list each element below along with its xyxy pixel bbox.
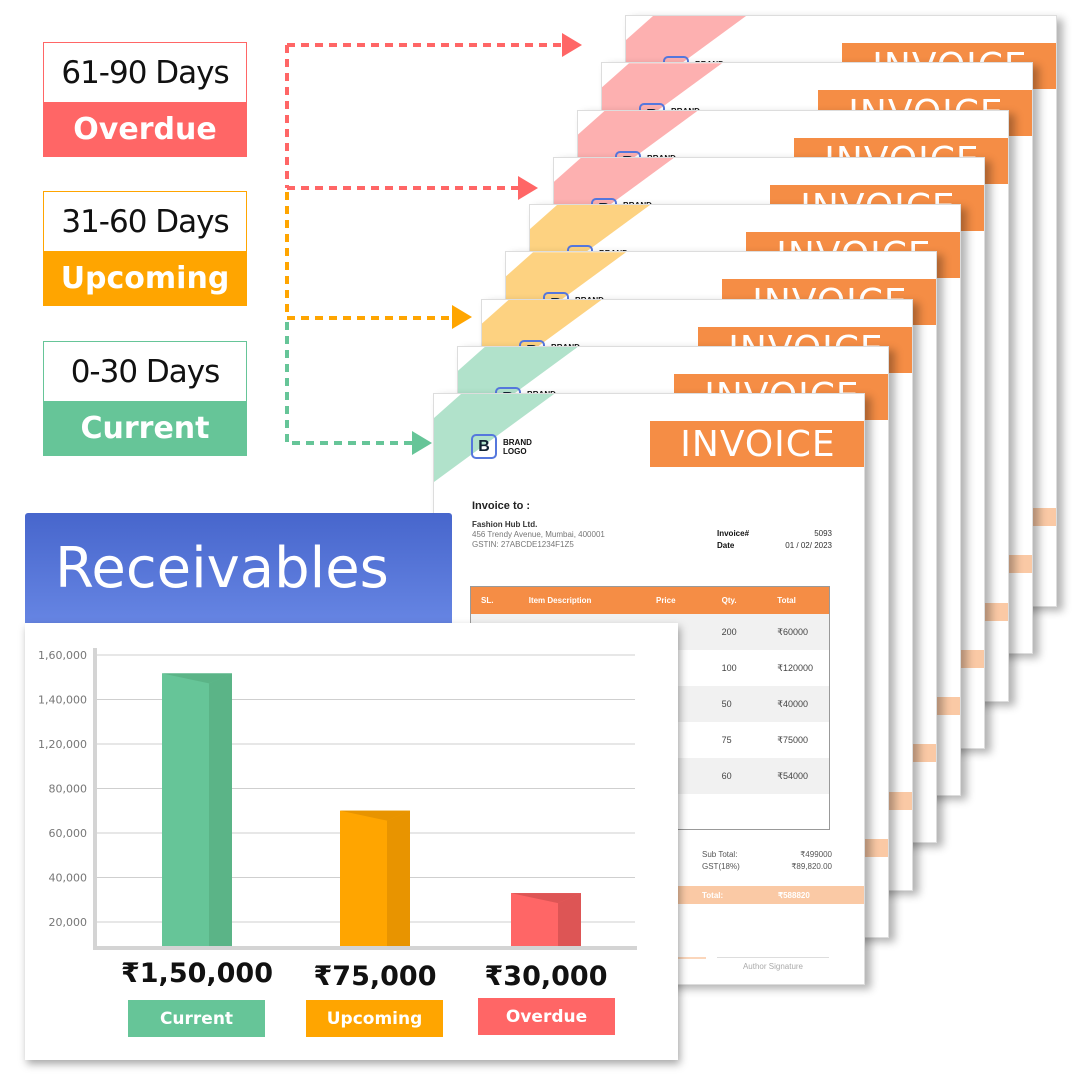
invoice-no-label: Invoice# <box>717 529 750 538</box>
value-label-upcoming: ₹75,000 <box>313 961 437 992</box>
invoice-to-label: Invoice to : <box>472 500 531 512</box>
logo-text: LOGO <box>503 446 527 456</box>
y-tick-label: 40,000 <box>49 872 88 885</box>
qty: 100 <box>721 663 737 673</box>
arrow-head <box>562 33 582 57</box>
y-tick-label: 20,000 <box>49 916 88 929</box>
subtotal: ₹499000 <box>800 850 832 859</box>
invoice-date: 01 / 02/ 2023 <box>785 541 832 550</box>
author-signature: Author Signature <box>742 962 804 971</box>
legend-overdue: Overdue <box>478 998 615 1035</box>
col-header: Item Description <box>528 596 592 605</box>
arrow-head <box>412 431 432 455</box>
value-label-current: ₹1,50,000 <box>120 958 274 989</box>
arrow-head <box>518 176 538 200</box>
invoice-no: 5093 <box>814 529 832 538</box>
total: ₹120000 <box>777 662 814 673</box>
col-header: Total <box>777 596 796 605</box>
invoice-title: INVOICE <box>650 421 864 467</box>
y-tick-label: 1,40,000 <box>38 694 87 707</box>
bar-side-current <box>209 673 232 946</box>
arrow-line <box>285 322 413 445</box>
qty: 50 <box>721 699 732 709</box>
value-label-overdue: ₹30,000 <box>484 961 608 992</box>
gst-label: GST(18%) <box>702 862 740 871</box>
col-header: SL. <box>481 596 494 605</box>
qty: 75 <box>721 735 732 745</box>
arrow-line <box>285 192 455 320</box>
receivables-banner: Receivables <box>25 513 452 623</box>
qty: 60 <box>721 771 732 781</box>
logo-icon: B <box>471 434 497 459</box>
total: ₹40000 <box>777 698 809 709</box>
total: ₹60000 <box>777 626 809 637</box>
y-tick-label: 60,000 <box>49 827 88 840</box>
legend-upcoming: Upcoming <box>306 1000 443 1037</box>
total: ₹75000 <box>777 734 809 745</box>
y-tick-label: 1,20,000 <box>38 738 87 751</box>
grand-total: ₹588820 <box>778 890 810 900</box>
y-tick-label: 1,60,000 <box>38 649 87 662</box>
customer-address: 456 Trendy Avenue, Mumbai, 400001 <box>472 530 605 539</box>
col-header: Price <box>655 596 676 605</box>
invoice-meta: Invoice# 5093 Date 01 / 02/ 2023 <box>717 528 832 552</box>
gst: ₹89,820.00 <box>791 862 832 871</box>
arrow-head <box>452 305 472 329</box>
bar-chart: 1,60,000 1,40,000 1,20,000 80,000 60,000 40,0… <box>38 648 637 950</box>
col-header: Qty. <box>721 596 737 605</box>
total-label: Total: <box>702 890 724 900</box>
totals: Sub Total: ₹499000 GST(18%) ₹89,820.00 <box>702 849 832 873</box>
table-header: SL. Item Description Price Qty. Total <box>471 587 829 614</box>
brand-logo: B BRANDLOGO <box>471 434 532 459</box>
qty: 200 <box>721 627 737 637</box>
logo-text: BRAND <box>503 437 532 447</box>
customer-gstin: GSTIN: 27ABCDE1234F1Z5 <box>472 540 574 549</box>
legend-current: Current <box>128 1000 265 1037</box>
total: ₹54000 <box>777 770 809 781</box>
y-tick-label: 80,000 <box>49 783 88 796</box>
date-label: Date <box>717 541 735 550</box>
customer-info: Fashion Hub Ltd. 456 Trendy Avenue, Mumb… <box>472 520 605 550</box>
bar-side-upcoming <box>387 810 410 946</box>
receivables-chart: 1,60,000 1,40,000 1,20,000 80,000 60,000 40,0… <box>25 623 678 1060</box>
divider <box>717 957 829 958</box>
customer-name: Fashion Hub Ltd. <box>472 520 538 529</box>
subtotal-label: Sub Total: <box>702 850 738 859</box>
